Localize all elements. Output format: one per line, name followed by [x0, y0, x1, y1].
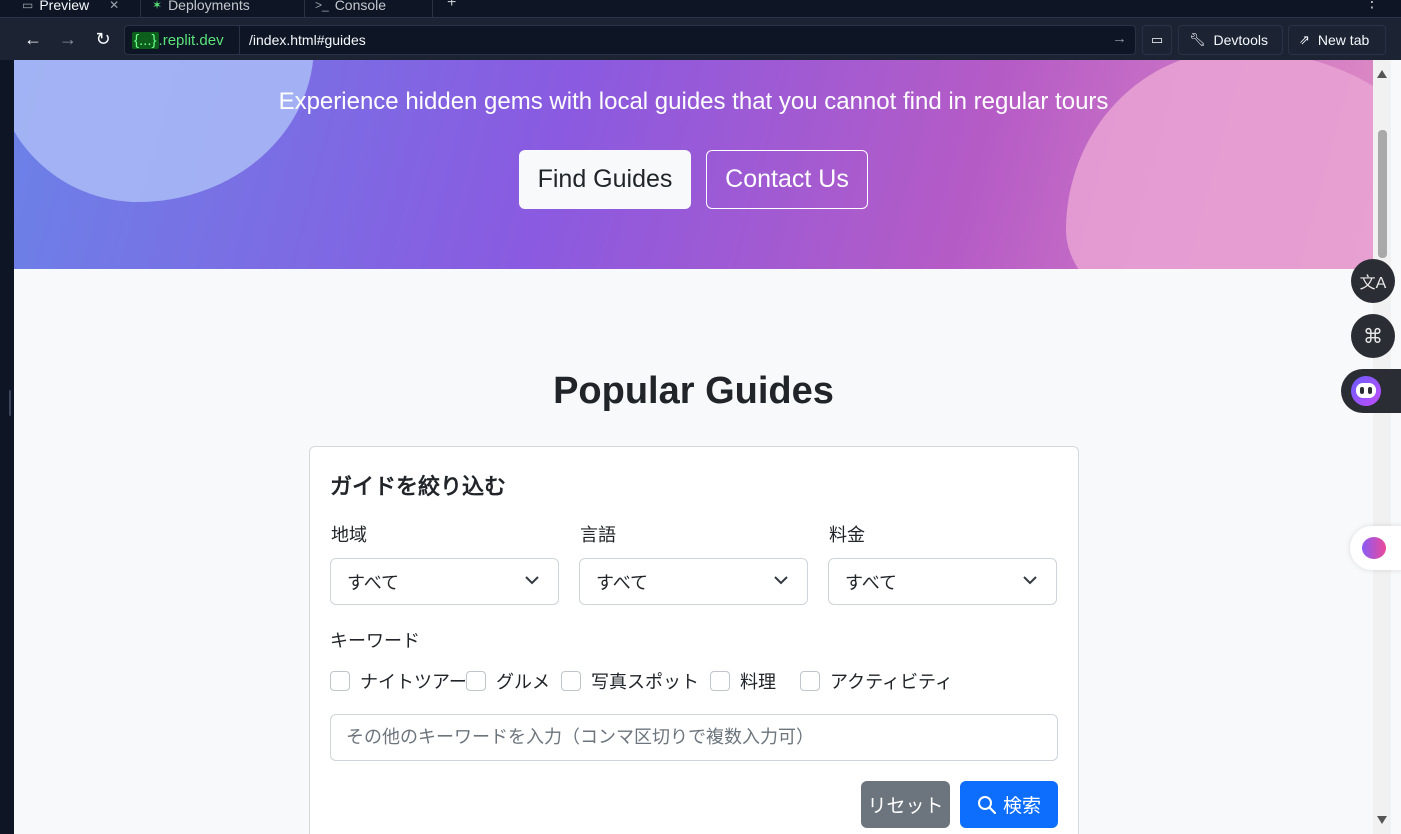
- region-select-value: すべて: [347, 572, 400, 593]
- tab-preview[interactable]: ▭ Preview ✕: [22, 0, 119, 17]
- url-domain-text: .replit.dev: [158, 32, 224, 49]
- hero-section: Experience hidden gems with local guides…: [14, 60, 1373, 269]
- brain-extension-button[interactable]: [1350, 526, 1401, 570]
- tab-console[interactable]: >_ Console: [315, 0, 386, 17]
- filter-title: ガイドを絞り込む: [330, 474, 507, 499]
- tab-console-label: Console: [334, 0, 387, 13]
- keyword-input[interactable]: [330, 714, 1058, 761]
- language-label: 言語: [580, 525, 616, 545]
- address-bar-row: ← → ↻ {...} .replit.dev /index.html#guid…: [0, 17, 1401, 60]
- checkbox-label: グルメ: [496, 672, 550, 692]
- translate-icon: 文A: [1359, 275, 1387, 292]
- url-domain: {...} .replit.dev: [129, 30, 227, 51]
- command-icon: ⌘: [1363, 325, 1383, 348]
- url-path[interactable]: /index.html#guides: [249, 32, 366, 48]
- tab-divider: [432, 0, 433, 17]
- chevron-down-icon: [1023, 576, 1037, 585]
- checkbox-box[interactable]: [710, 671, 730, 691]
- right-edge: [1391, 60, 1401, 834]
- vertical-scrollbar[interactable]: [1373, 60, 1391, 834]
- monitor-icon: ▭: [1150, 32, 1164, 47]
- scroll-up-arrow-icon[interactable]: [1377, 70, 1387, 78]
- find-guides-button[interactable]: Find Guides: [519, 150, 691, 209]
- device-preview-button[interactable]: ▭: [1142, 25, 1172, 55]
- tab-deployments-label: Deployments: [168, 0, 250, 13]
- monitor-icon: ▭: [22, 0, 34, 12]
- command-extension-button[interactable]: ⌘: [1351, 314, 1395, 358]
- chevron-down-icon: [525, 576, 539, 585]
- hero-blob-left: [14, 60, 314, 202]
- resize-handle[interactable]: [9, 390, 11, 416]
- more-options-icon[interactable]: ⋮: [1364, 0, 1380, 12]
- checkbox-box[interactable]: [330, 671, 350, 691]
- search-icon: [977, 795, 997, 814]
- tab-preview-label: Preview: [39, 0, 90, 13]
- checkbox-activity[interactable]: アクティビティ: [800, 668, 953, 694]
- search-button[interactable]: 検索: [960, 781, 1058, 828]
- contact-us-button[interactable]: Contact Us: [706, 150, 868, 209]
- keyword-label: キーワード: [330, 631, 420, 651]
- price-label: 料金: [829, 525, 865, 545]
- checkbox-label: 写真スポット: [591, 672, 699, 692]
- deploy-icon: ✶: [152, 0, 163, 12]
- checkbox-box[interactable]: [800, 671, 820, 691]
- wrench-icon: 🔧︎: [1189, 32, 1206, 47]
- reload-icon[interactable]: ↻: [90, 26, 116, 52]
- devtools-label: Devtools: [1213, 32, 1268, 48]
- checkbox-label: ナイトツアー: [360, 672, 467, 692]
- checkbox-box[interactable]: [561, 671, 581, 691]
- url-divider: [239, 26, 240, 54]
- close-icon[interactable]: ✕: [109, 0, 119, 12]
- search-button-label: 検索: [1002, 796, 1041, 817]
- filter-card: ガイドを絞り込む 地域 言語 料金 すべて すべて すべて キーワード ナイトツ…: [309, 446, 1079, 834]
- url-domain-badge: {...}: [132, 32, 159, 49]
- new-tab-button[interactable]: ⇗ New tab: [1288, 25, 1386, 55]
- price-select-value: すべて: [845, 572, 898, 593]
- checkbox-gourmet[interactable]: グルメ: [466, 668, 550, 694]
- price-select[interactable]: すべて: [828, 558, 1057, 605]
- tab-deployments[interactable]: ✶ Deployments: [152, 0, 250, 17]
- tab-divider: [304, 0, 305, 17]
- forward-arrow-icon[interactable]: →: [55, 26, 81, 52]
- language-select-value: すべて: [596, 572, 649, 593]
- brain-icon: [1362, 537, 1386, 559]
- new-tab-label: New tab: [1317, 32, 1370, 48]
- checkbox-label: 料理: [740, 672, 776, 692]
- chevron-down-icon: [774, 576, 788, 585]
- checkbox-photo-spot[interactable]: 写真スポット: [561, 668, 699, 694]
- region-label: 地域: [331, 525, 367, 545]
- left-panel-edge: [0, 60, 14, 834]
- new-tab-plus-icon[interactable]: +: [447, 0, 456, 12]
- scrollbar-thumb[interactable]: [1378, 130, 1387, 258]
- tab-divider: [140, 0, 141, 17]
- checkbox-cooking[interactable]: 料理: [710, 668, 776, 694]
- region-select[interactable]: すべて: [330, 558, 559, 605]
- language-select[interactable]: すべて: [579, 558, 808, 605]
- preview-viewport: Experience hidden gems with local guides…: [14, 60, 1373, 834]
- popular-guides-title: Popular Guides: [553, 370, 834, 412]
- scroll-down-arrow-icon[interactable]: [1377, 816, 1387, 824]
- browser-tab-strip: ▭ Preview ✕ ✶ Deployments >_ Console + ⋮: [0, 0, 1401, 17]
- back-arrow-icon[interactable]: ←: [20, 26, 46, 52]
- checkbox-box[interactable]: [466, 671, 486, 691]
- hero-subtitle: Experience hidden gems with local guides…: [278, 88, 1109, 115]
- reset-button[interactable]: リセット: [861, 781, 950, 828]
- checkbox-night-tour[interactable]: ナイトツアー: [330, 668, 467, 694]
- translate-extension-button[interactable]: 文A: [1351, 259, 1395, 303]
- checkbox-label: アクティビティ: [830, 672, 953, 692]
- assistant-extension-button[interactable]: [1341, 369, 1401, 413]
- url-bar[interactable]: {...} .replit.dev /index.html#guides →: [124, 25, 1136, 55]
- devtools-button[interactable]: 🔧︎ Devtools: [1178, 25, 1283, 55]
- external-link-icon: ⇗: [1299, 32, 1310, 47]
- terminal-icon: >_: [315, 0, 329, 12]
- robot-face-icon: [1351, 376, 1381, 406]
- go-arrow-icon[interactable]: →: [1112, 30, 1127, 47]
